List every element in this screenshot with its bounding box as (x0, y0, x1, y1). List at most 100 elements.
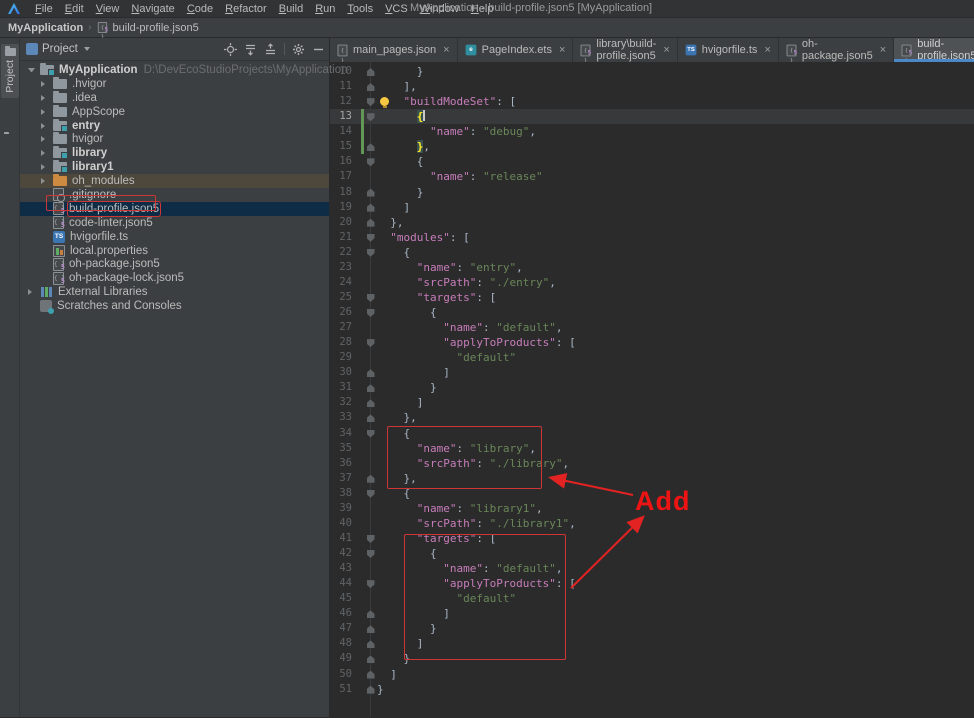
menu-file[interactable]: File (29, 3, 59, 15)
tree-item-.idea[interactable]: .idea (20, 91, 329, 105)
code-line-24[interactable]: 24 "srcPath": "./entry", (330, 275, 974, 290)
tab-main-pages.json[interactable]: { }main_pages.json× (330, 38, 458, 62)
code-line-10[interactable]: 10 } (330, 64, 974, 79)
menu-build[interactable]: Build (273, 3, 309, 15)
code-line-18[interactable]: 18 } (330, 185, 974, 200)
tab-hvigorfile.ts[interactable]: TShvigorfile.ts× (678, 38, 779, 62)
fold-end-icon[interactable] (367, 414, 375, 422)
fold-end-icon[interactable] (367, 610, 375, 618)
chevron-right-icon[interactable] (28, 289, 32, 295)
code-line-38[interactable]: 38 { (330, 486, 974, 501)
code-line-12[interactable]: 12 "buildModeSet": [ (330, 94, 974, 109)
code-line-31[interactable]: 31 } (330, 380, 974, 395)
code-line-44[interactable]: 44 "applyToProducts": [ (330, 576, 974, 591)
editor-body[interactable]: 10 }11 ],12 "buildModeSet": [13 {14 "nam… (330, 62, 974, 717)
locate-icon[interactable] (224, 43, 237, 56)
code-line-22[interactable]: 22 { (330, 245, 974, 260)
tree-item-build-profile.json5[interactable]: { }build-profile.json5 (20, 202, 329, 216)
fold-end-icon[interactable] (367, 399, 375, 407)
menu-run[interactable]: Run (309, 3, 341, 15)
code-line-25[interactable]: 25 "targets": [ (330, 290, 974, 305)
tab-build-profile.json5[interactable]: { }build-profile.json5× (894, 38, 974, 62)
tree-item-.hvigor[interactable]: .hvigor (20, 77, 329, 91)
code-line-11[interactable]: 11 ], (330, 79, 974, 94)
fold-end-icon[interactable] (367, 369, 375, 377)
menu-vcs[interactable]: VCS (379, 3, 414, 15)
menu-tools[interactable]: Tools (341, 3, 379, 15)
code-line-34[interactable]: 34 { (330, 426, 974, 441)
chevron-down-icon[interactable] (28, 68, 35, 72)
tree-item-hvigorfile.ts[interactable]: TShvigorfile.ts (20, 230, 329, 244)
tab-library-build-profile.json5[interactable]: { }library\build-profile.json5× (573, 38, 677, 62)
fold-start-icon[interactable] (367, 550, 375, 558)
fold-start-icon[interactable] (367, 580, 375, 588)
expand-all-icon[interactable] (244, 43, 257, 56)
code-line-42[interactable]: 42 { (330, 546, 974, 561)
fold-start-icon[interactable] (367, 98, 375, 106)
code-line-40[interactable]: 40 "srcPath": "./library1", (330, 516, 974, 531)
fold-start-icon[interactable] (367, 339, 375, 347)
code-line-46[interactable]: 46 ] (330, 606, 974, 621)
breadcrumb-file[interactable]: build-profile.json5 (113, 22, 199, 34)
close-icon[interactable]: × (663, 44, 669, 56)
fold-end-icon[interactable] (367, 143, 375, 151)
code-line-29[interactable]: 29 "default" (330, 350, 974, 365)
code-line-47[interactable]: 47 } (330, 621, 974, 636)
fold-end-icon[interactable] (367, 68, 375, 76)
chevron-right-icon[interactable] (41, 164, 45, 170)
tab-pageindex.ets[interactable]: ePageIndex.ets× (458, 38, 574, 62)
chevron-right-icon[interactable] (41, 136, 45, 142)
close-icon[interactable]: × (764, 44, 770, 56)
fold-start-icon[interactable] (367, 294, 375, 302)
tree-item-library[interactable]: library (20, 146, 329, 160)
fold-start-icon[interactable] (367, 309, 375, 317)
project-panel-title[interactable]: Project (42, 43, 78, 55)
chevron-right-icon[interactable] (41, 123, 45, 129)
code-line-30[interactable]: 30 ] (330, 365, 974, 380)
fold-end-icon[interactable] (367, 83, 375, 91)
close-icon[interactable]: × (443, 44, 449, 56)
hide-icon[interactable] (312, 43, 325, 56)
chevron-right-icon[interactable] (41, 150, 45, 156)
fold-end-icon[interactable] (367, 189, 375, 197)
fold-start-icon[interactable] (367, 234, 375, 242)
fold-end-icon[interactable] (367, 219, 375, 227)
tree-item-oh-package.json5[interactable]: { }oh-package.json5 (20, 257, 329, 271)
tree-item-appscope[interactable]: AppScope (20, 105, 329, 119)
chevron-right-icon[interactable] (41, 178, 45, 184)
tree-item-entry[interactable]: entry (20, 119, 329, 133)
code-line-41[interactable]: 41 "targets": [ (330, 531, 974, 546)
tree-item-myapplication[interactable]: MyApplicationD:\DevEcoStudioProjects\MyA… (20, 63, 329, 77)
code-line-49[interactable]: 49 } (330, 651, 974, 666)
fold-start-icon[interactable] (367, 113, 375, 121)
code-line-16[interactable]: 16 { (330, 154, 974, 169)
tree-item-hvigor[interactable]: hvigor (20, 132, 329, 146)
code-line-37[interactable]: 37 }, (330, 471, 974, 486)
code-line-14[interactable]: 14 "name": "debug", (330, 124, 974, 139)
chevron-right-icon[interactable] (41, 109, 45, 115)
chevron-down-icon[interactable] (84, 47, 90, 51)
tree-item-local.properties[interactable]: local.properties (20, 244, 329, 258)
tree-item-library1[interactable]: library1 (20, 160, 329, 174)
menu-refactor[interactable]: Refactor (219, 3, 273, 15)
fold-end-icon[interactable] (367, 686, 375, 694)
code-line-32[interactable]: 32 ] (330, 395, 974, 410)
breadcrumb-project[interactable]: MyApplication (8, 22, 83, 34)
code-line-20[interactable]: 20 }, (330, 215, 974, 230)
tree-item-scratches-and-consoles[interactable]: Scratches and Consoles (20, 299, 329, 313)
code-line-15[interactable]: 15 }, (330, 139, 974, 154)
tree-item-oh-package-lock.json5[interactable]: { }oh-package-lock.json5 (20, 271, 329, 285)
fold-start-icon[interactable] (367, 490, 375, 498)
collapse-all-icon[interactable] (264, 43, 277, 56)
close-icon[interactable]: × (880, 44, 886, 56)
code-line-21[interactable]: 21 "modules": [ (330, 230, 974, 245)
code-line-33[interactable]: 33 }, (330, 410, 974, 425)
code-line-13[interactable]: 13 { (330, 109, 974, 124)
tab-oh-package.json5[interactable]: { }oh-package.json5× (779, 38, 894, 62)
menu-edit[interactable]: Edit (59, 3, 90, 15)
code-line-36[interactable]: 36 "srcPath": "./library", (330, 456, 974, 471)
tree-item-code-linter.json5[interactable]: { }code-linter.json5 (20, 216, 329, 230)
tree-item-external-libraries[interactable]: External Libraries (20, 285, 329, 299)
close-icon[interactable]: × (559, 44, 565, 56)
code-line-51[interactable]: 51} (330, 682, 974, 697)
